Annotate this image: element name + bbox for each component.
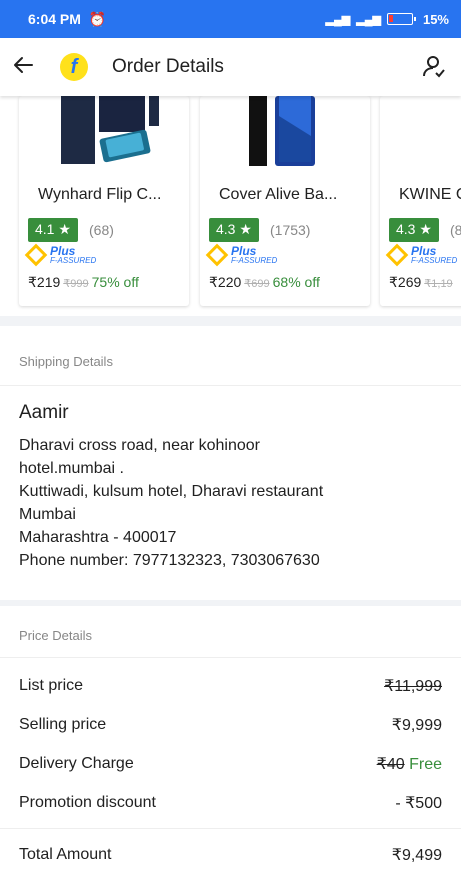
signal-icon: ▂▄▆ xyxy=(325,13,351,26)
delivery-charge-label: Delivery Charge xyxy=(19,754,134,772)
battery-percent: 15% xyxy=(422,11,449,27)
shipping-details-section: Shipping Details Aamir Dharavi cross roa… xyxy=(0,326,461,600)
price-row: ₹269 ₹1,19 xyxy=(389,274,456,291)
back-arrow-icon[interactable] xyxy=(12,53,36,81)
price-row: ₹219 ₹999 75% off xyxy=(28,274,139,291)
promotion-discount-row: Promotion discount - ₹500 xyxy=(0,783,461,822)
price: ₹220 xyxy=(209,274,242,290)
phone-number: Phone number: 7977132323, 7303067630 xyxy=(19,552,320,569)
product-card[interactable]: Wynhard Flip C... 4.1 ★ (68) Plus F-ASSUR… xyxy=(19,96,189,306)
status-time: 6:04 PM xyxy=(28,11,81,27)
price-details-section: Price Details List price ₹11,999 Selling… xyxy=(0,606,461,875)
assured-label: F-ASSURED xyxy=(411,256,458,265)
total-amount-row: Total Amount ₹9,499 xyxy=(0,835,461,874)
plus-diamond-icon xyxy=(24,243,48,267)
recipient-name: Aamir xyxy=(19,402,69,423)
shipping-section-title: Shipping Details xyxy=(0,326,461,386)
product-name: Wynhard Flip C... xyxy=(38,186,162,203)
price-row: ₹220 ₹699 68% off xyxy=(209,274,320,291)
rating-badge: 4.1 ★ xyxy=(28,218,78,242)
price-section-title: Price Details xyxy=(0,606,461,658)
divider xyxy=(0,828,461,829)
list-price-label: List price xyxy=(19,676,84,694)
battery-icon xyxy=(386,13,416,25)
address-line: hotel.mumbai . xyxy=(19,460,124,477)
plus-diamond-icon xyxy=(205,243,229,267)
flipkart-logo-icon[interactable]: f xyxy=(60,53,88,81)
mrp: ₹999 xyxy=(63,278,89,290)
price: ₹219 xyxy=(28,274,61,290)
discount: 75% off xyxy=(91,274,139,290)
price: ₹269 xyxy=(389,274,422,290)
plus-assured-badge: Plus F-ASSURED xyxy=(385,243,458,267)
rating-badge: 4.3 ★ xyxy=(389,218,439,242)
address-line: Dharavi cross road, near kohinoor xyxy=(19,437,261,454)
rating-badge: 4.3 ★ xyxy=(209,218,259,242)
mrp: ₹1,19 xyxy=(424,278,453,290)
status-right: ▂▄▆ ▂▄▆ 15% xyxy=(326,12,449,27)
page-title: Order Details xyxy=(112,56,224,77)
app-header: f Order Details xyxy=(0,38,461,96)
selling-price-value: ₹9,999 xyxy=(391,716,442,734)
status-bar: 6:04 PM ⏰ ▂▄▆ ▂▄▆ 15% xyxy=(0,0,461,38)
total-value: ₹9,499 xyxy=(391,846,442,864)
plus-assured-badge: Plus F-ASSURED xyxy=(205,243,278,267)
product-name: KWINE C xyxy=(399,186,461,203)
review-count: (1753) xyxy=(270,222,311,238)
discount: 68% off xyxy=(272,274,320,290)
selling-price-label: Selling price xyxy=(19,715,107,733)
list-price-value: ₹11,999 xyxy=(384,677,442,695)
delivery-free-value: Free xyxy=(409,755,442,773)
product-card[interactable]: KWINE C 4.3 ★ (8 Plus F-ASSURED ₹269 ₹1,19 xyxy=(380,96,461,306)
address-line: Maharashtra - 400017 xyxy=(19,529,177,546)
list-price-row: List price ₹11,999 xyxy=(0,666,461,705)
account-icon[interactable] xyxy=(421,54,447,80)
alarm-icon: ⏰ xyxy=(88,10,107,27)
product-image xyxy=(249,96,315,166)
signal-icon-2: ▂▄▆ xyxy=(356,13,381,26)
address-line: Mumbai xyxy=(19,506,76,523)
mrp: ₹699 xyxy=(244,278,270,290)
similar-products-carousel[interactable]: Wynhard Flip C... 4.1 ★ (68) Plus F-ASSUR… xyxy=(0,96,461,316)
review-count: (68) xyxy=(89,222,114,238)
delivery-original-value: ₹40 xyxy=(376,755,405,773)
delivery-charge-row: Delivery Charge ₹40 Free xyxy=(0,744,461,783)
plus-assured-badge: Plus F-ASSURED xyxy=(24,243,97,267)
selling-price-row: Selling price ₹9,999 xyxy=(0,705,461,744)
review-count: (8 xyxy=(450,222,461,238)
promotion-value: - ₹500 xyxy=(395,794,442,812)
assured-label: F-ASSURED xyxy=(50,256,97,265)
product-image xyxy=(61,96,159,164)
product-name: Cover Alive Ba... xyxy=(219,186,338,203)
address-line: Kuttiwadi, kulsum hotel, Dharavi restaur… xyxy=(19,483,324,500)
assured-label: F-ASSURED xyxy=(231,256,278,265)
product-card[interactable]: Cover Alive Ba... 4.3 ★ (1753) Plus F-ASS… xyxy=(200,96,370,306)
promotion-label: Promotion discount xyxy=(19,793,156,811)
plus-diamond-icon xyxy=(385,243,409,267)
total-label: Total Amount xyxy=(19,845,112,863)
